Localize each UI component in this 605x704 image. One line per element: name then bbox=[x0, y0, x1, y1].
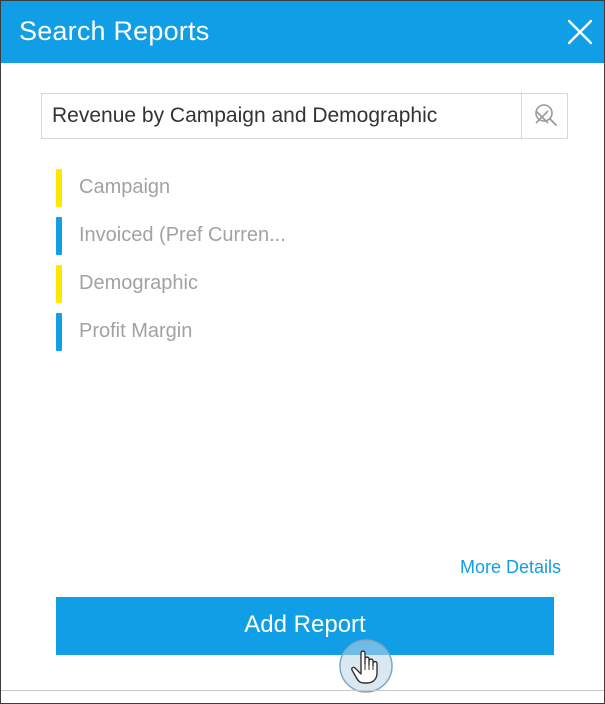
search-input[interactable] bbox=[42, 94, 522, 138]
search-icon bbox=[535, 104, 557, 126]
divider bbox=[1, 690, 604, 691]
add-report-button[interactable]: Add Report bbox=[56, 597, 554, 655]
close-icon bbox=[567, 19, 593, 45]
dialog-header: Search Reports bbox=[1, 1, 604, 63]
hand-pointer-icon bbox=[337, 637, 395, 695]
field-label: Demographic bbox=[79, 272, 198, 294]
metric-indicator bbox=[56, 313, 62, 351]
dimension-indicator bbox=[56, 265, 62, 303]
search-reports-dialog: Search Reports Campaign In bbox=[0, 0, 605, 704]
field-label: Invoiced (Pref Curren... bbox=[79, 224, 286, 246]
dialog-title: Search Reports bbox=[19, 16, 210, 46]
close-button[interactable] bbox=[563, 15, 597, 49]
dimension-indicator bbox=[56, 169, 62, 207]
list-item: Demographic bbox=[56, 265, 356, 303]
search-button[interactable] bbox=[521, 92, 568, 138]
more-details-link[interactable]: More Details bbox=[460, 556, 561, 578]
field-label: Campaign bbox=[79, 176, 171, 198]
add-report-label: Add Report bbox=[244, 611, 366, 638]
search-box bbox=[41, 93, 568, 139]
list-item: Profit Margin bbox=[56, 313, 356, 351]
list-item: Invoiced (Pref Curren... bbox=[56, 217, 356, 255]
metric-indicator bbox=[56, 217, 62, 255]
field-label: Profit Margin bbox=[79, 320, 193, 342]
list-item: Campaign bbox=[56, 169, 356, 207]
